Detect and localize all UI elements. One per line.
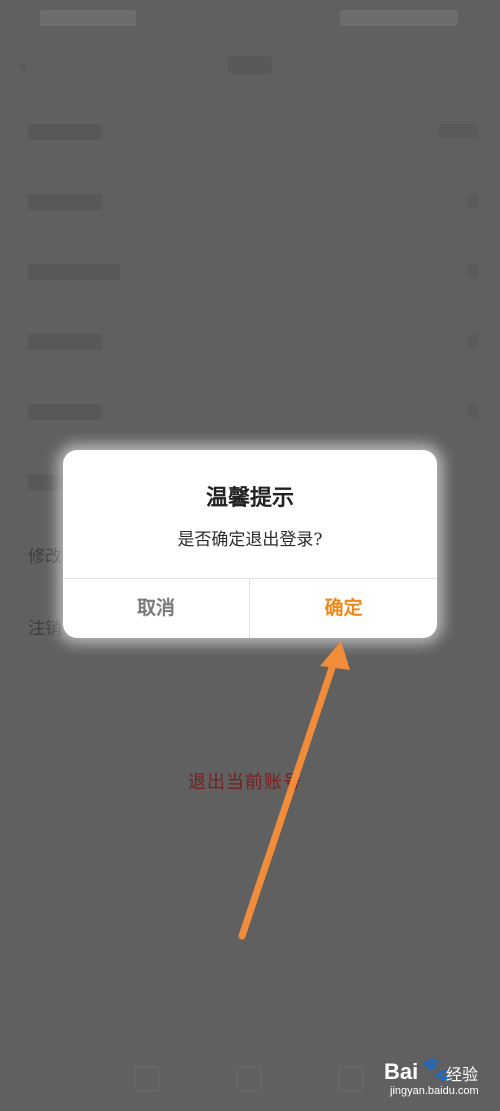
chevron-left-icon[interactable]: ‹ — [18, 52, 28, 80]
watermark-suffix: 经验 — [446, 1065, 479, 1084]
confirm-button[interactable]: 确定 — [250, 579, 437, 638]
row-label — [28, 334, 102, 350]
row-label: 修改 — [28, 547, 62, 567]
home-nav-icon[interactable] — [236, 1066, 262, 1092]
chevron-right-icon — [468, 334, 478, 348]
status-right — [340, 10, 458, 26]
recent-nav-icon[interactable] — [338, 1066, 364, 1092]
dialog-title: 温馨提示 — [205, 485, 294, 511]
watermark-logo: Bai — [384, 1059, 419, 1084]
settings-row[interactable] — [0, 238, 500, 308]
cancel-button[interactable]: 取消 — [63, 579, 249, 638]
back-nav-icon[interactable] — [134, 1066, 160, 1092]
settings-row[interactable] — [0, 308, 500, 378]
settings-header: ‹ — [0, 40, 500, 92]
watermark-url: jingyan.baidu.com — [390, 1085, 479, 1097]
row-label — [28, 404, 102, 420]
annotation-text: 退出当前账号 — [188, 772, 302, 793]
chevron-right-icon — [468, 404, 478, 418]
chevron-right-icon — [468, 194, 478, 208]
settings-row[interactable] — [0, 98, 500, 168]
row-label — [28, 194, 102, 210]
baidu-jingyan-watermark: Bai 🐾 经验 jingyan.baidu.com — [384, 1055, 496, 1107]
settings-row[interactable] — [0, 378, 500, 448]
row-label: 注销 — [28, 619, 62, 639]
settings-row[interactable] — [0, 168, 500, 238]
dialog-message: 是否确定退出登录? — [177, 530, 323, 550]
logout-confirm-dialog: 温馨提示 是否确定退出登录? 取消 确定 — [63, 450, 437, 638]
page-title — [228, 56, 272, 74]
row-value — [438, 124, 478, 138]
row-label — [28, 264, 120, 280]
status-left — [40, 10, 136, 26]
row-label — [28, 124, 102, 140]
status-bar — [0, 0, 500, 36]
chevron-right-icon — [468, 264, 478, 278]
